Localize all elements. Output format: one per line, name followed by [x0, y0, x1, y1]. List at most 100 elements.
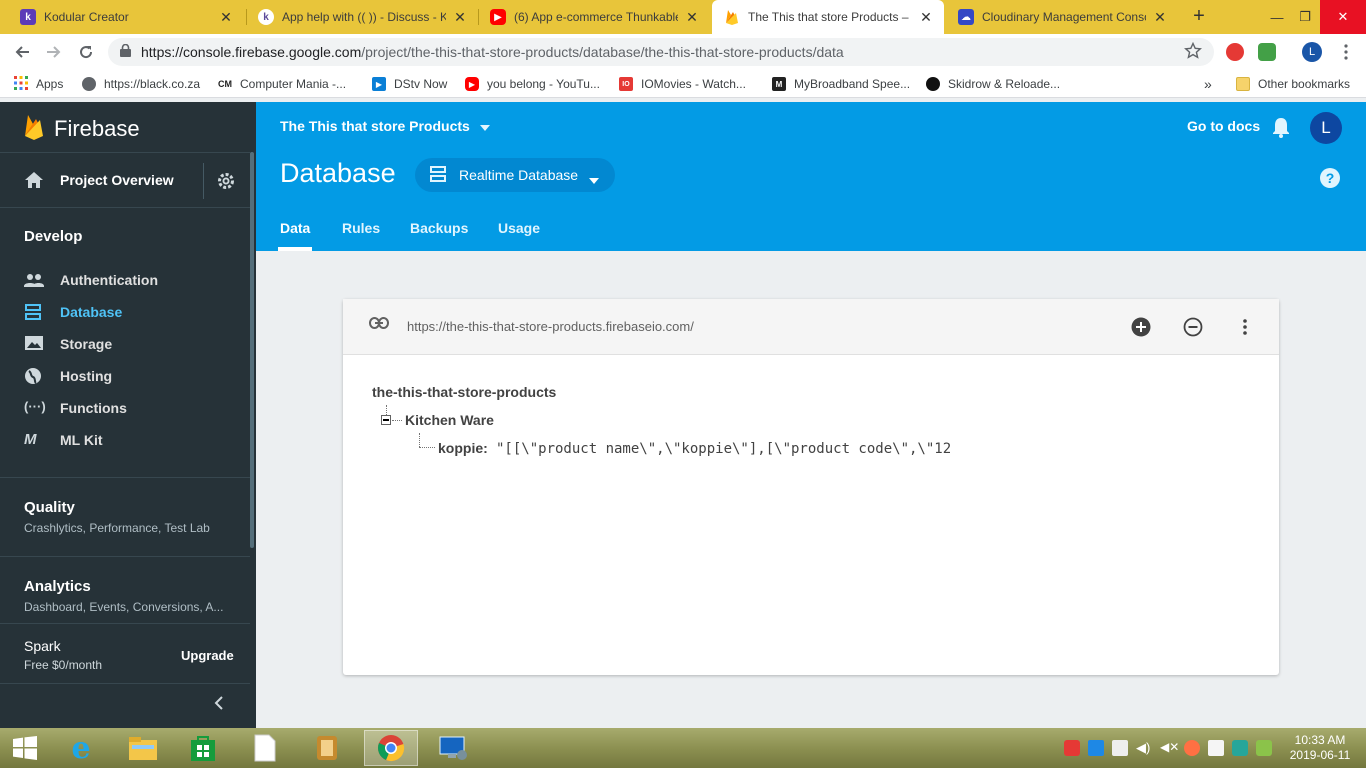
tray-checkmark-icon[interactable]	[1256, 740, 1272, 756]
chrome-taskbar-icon[interactable]	[364, 730, 418, 766]
collapse-sidebar-icon[interactable]	[214, 696, 230, 712]
tree-leaf-key[interactable]: koppie:	[438, 440, 488, 456]
bookmark-youtube[interactable]: ▶ you belong - YouTu...	[465, 75, 600, 93]
tab-data[interactable]: Data	[280, 220, 310, 236]
help-icon[interactable]: ?	[1320, 168, 1340, 188]
tree-node-kitchen-ware[interactable]: Kitchen Ware	[405, 412, 494, 428]
console-header: The This that store Products Go to docs …	[256, 102, 1366, 251]
tray-flag-icon[interactable]	[1208, 740, 1224, 756]
archive-app-icon[interactable]	[302, 730, 352, 766]
more-options-icon[interactable]	[1235, 317, 1255, 337]
browser-tab-kodular-creator[interactable]: k Kodular Creator ✕	[8, 0, 244, 34]
tray-sync-icon[interactable]	[1232, 740, 1248, 756]
sidebar-item-database[interactable]: Database	[0, 296, 250, 328]
bookmark-iomovies[interactable]: IO IOMovies - Watch...	[619, 75, 746, 93]
quality-section-title[interactable]: Quality	[24, 499, 75, 516]
browser-tab-firebase[interactable]: The This that store Products – Fi ✕	[712, 0, 944, 34]
tray-app-icon[interactable]	[1184, 740, 1200, 756]
settings-gear-icon[interactable]	[216, 171, 236, 194]
sidebar-item-ml-kit[interactable]: M ML Kit	[0, 424, 250, 456]
tab-usage[interactable]: Usage	[498, 220, 540, 236]
close-tab-icon[interactable]: ✕	[918, 9, 934, 26]
sidebar-scrollbar[interactable]	[250, 152, 254, 548]
volume-icon[interactable]: ◀)	[1136, 740, 1152, 756]
tray-monitor-icon[interactable]	[1112, 740, 1128, 756]
bookmarks-overflow-button[interactable]: »	[1204, 75, 1212, 93]
close-tab-icon[interactable]: ✕	[452, 9, 468, 26]
home-icon[interactable]	[24, 171, 44, 192]
upgrade-button[interactable]: Upgrade	[181, 648, 234, 663]
browser-tab-cloudinary[interactable]: ☁ Cloudinary Management Consol ✕	[946, 0, 1178, 34]
bookmark-dstv[interactable]: ▶ DStv Now	[372, 75, 447, 93]
sidebar-item-hosting[interactable]: Hosting	[0, 360, 250, 392]
internet-explorer-icon[interactable]: e	[56, 730, 106, 766]
sidebar-item-authentication[interactable]: Authentication	[0, 264, 250, 296]
folder-icon	[1236, 77, 1250, 91]
reload-icon[interactable]	[74, 40, 98, 64]
add-child-icon[interactable]	[1131, 317, 1151, 337]
analytics-section-title[interactable]: Analytics	[24, 578, 91, 595]
tray-network-app-icon[interactable]	[1088, 740, 1104, 756]
account-avatar[interactable]: L	[1310, 112, 1342, 144]
tray-antivirus-icon[interactable]	[1064, 740, 1080, 756]
firebase-flame-icon	[24, 114, 44, 143]
profile-avatar[interactable]: L	[1302, 42, 1322, 62]
bookmark-apps[interactable]: Apps	[14, 75, 63, 93]
sidebar-item-storage[interactable]: Storage	[0, 328, 250, 360]
volume-muted-icon[interactable]: ◀✕	[1160, 740, 1179, 756]
chrome-menu-icon[interactable]	[1334, 40, 1358, 64]
close-tab-icon[interactable]: ✕	[1152, 9, 1168, 26]
collapse-node-icon[interactable]	[381, 415, 391, 425]
project-selector[interactable]: The This that store Products	[280, 118, 490, 134]
close-tab-icon[interactable]: ✕	[218, 9, 234, 26]
go-to-docs-link[interactable]: Go to docs	[1187, 118, 1260, 134]
plan-name: Spark	[24, 638, 61, 654]
close-window-icon[interactable]: ✕	[1320, 0, 1366, 34]
close-tab-icon[interactable]: ✕	[684, 9, 700, 26]
url-text: https://console.firebase.google.com/proj…	[141, 44, 844, 60]
project-overview-row: Project Overview	[0, 152, 250, 208]
back-icon[interactable]	[10, 40, 34, 64]
database-url: https://the-this-that-store-products.fir…	[407, 319, 694, 334]
new-tab-button[interactable]: +	[1188, 6, 1210, 28]
shield-extension-icon[interactable]	[1258, 43, 1276, 61]
windows-store-icon[interactable]	[178, 730, 228, 766]
cm-icon: CM	[218, 79, 232, 89]
remove-icon[interactable]	[1183, 317, 1203, 337]
firebase-sidebar: Firebase Project Overview Develop Authen…	[0, 102, 256, 728]
database-icon	[429, 165, 447, 186]
notifications-bell-icon[interactable]	[1272, 116, 1290, 141]
browser-tab-youtube[interactable]: ▶ (6) App e-commerce Thunkable ✕	[478, 0, 710, 34]
develop-section-title[interactable]: Develop	[24, 228, 82, 245]
forward-icon[interactable]	[42, 40, 66, 64]
link-icon[interactable]	[369, 317, 389, 332]
tab-rules[interactable]: Rules	[342, 220, 380, 236]
windows-start-button[interactable]	[0, 730, 50, 766]
apps-grid-icon	[14, 75, 28, 93]
tree-leaf-value[interactable]: "[[\"product name\",\"koppie\"],[\"produ…	[496, 441, 951, 457]
browser-tab-discuss[interactable]: k App help with (( )) - Discuss - Ko ✕	[246, 0, 478, 34]
other-bookmarks[interactable]: Other bookmarks	[1236, 75, 1350, 93]
tab-backups[interactable]: Backups	[410, 220, 468, 236]
restore-icon[interactable]: ❐	[1290, 0, 1320, 34]
project-overview-link[interactable]: Project Overview	[60, 172, 174, 188]
taskbar-clock[interactable]: 10:33 AM 2019-06-11	[1282, 733, 1358, 763]
bookmark-mybroadband[interactable]: M MyBroadband Spee...	[772, 75, 910, 93]
tree-root-node[interactable]: the-this-that-store-products	[372, 384, 556, 400]
sidebar-item-functions[interactable]: (···) Functions	[0, 392, 250, 424]
bookmark-computer-mania[interactable]: CM Computer Mania -...	[218, 75, 346, 93]
tab-title: The This that store Products – Fi	[748, 10, 912, 24]
remote-desktop-icon[interactable]	[428, 730, 478, 766]
bookmark-star-icon[interactable]	[1184, 41, 1202, 63]
database-type-label: Realtime Database	[459, 167, 579, 183]
file-explorer-icon[interactable]	[118, 730, 168, 766]
bookmark-black[interactable]: https://black.co.za	[82, 75, 200, 93]
browser-toolbar: https://console.firebase.google.com/proj…	[0, 34, 1366, 70]
adblock-extension-icon[interactable]	[1226, 43, 1244, 61]
address-bar[interactable]: https://console.firebase.google.com/proj…	[108, 38, 1214, 66]
firebase-logo[interactable]: Firebase	[24, 114, 140, 143]
bookmark-skidrow[interactable]: Skidrow & Reloade...	[926, 75, 1060, 93]
blank-document-icon[interactable]	[240, 730, 290, 766]
minimize-icon[interactable]: —	[1262, 0, 1292, 34]
database-type-dropdown[interactable]: Realtime Database	[415, 158, 615, 192]
